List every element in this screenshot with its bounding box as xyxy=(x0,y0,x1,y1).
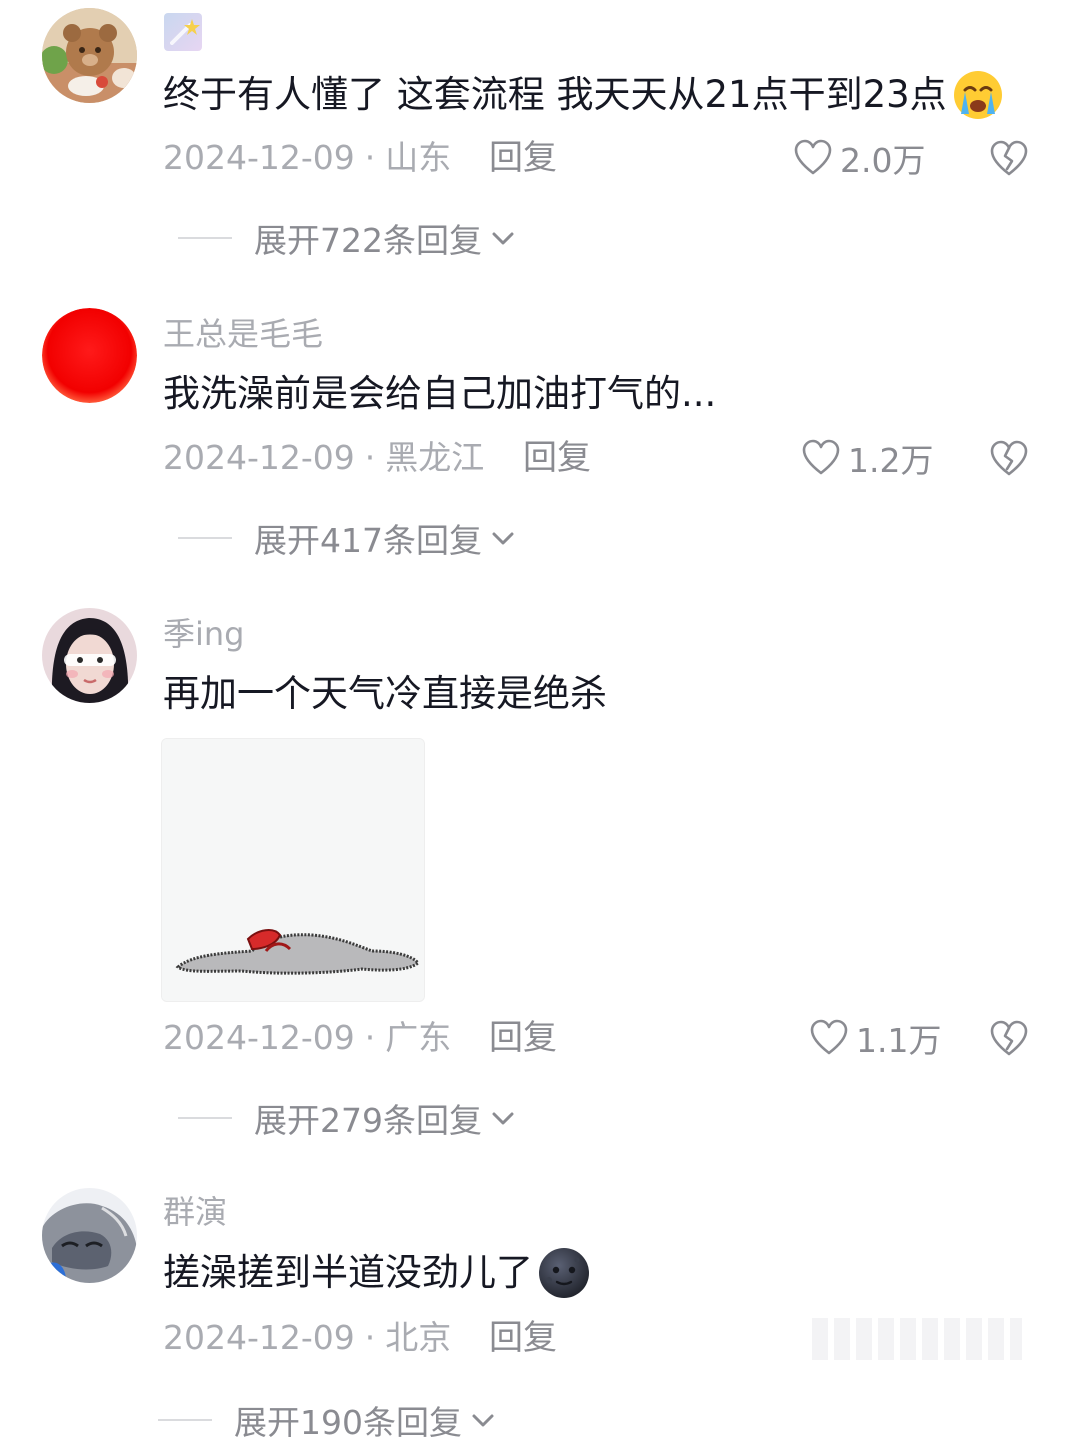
divider-dash xyxy=(178,237,232,239)
expand-replies-label: 展开190条回复 xyxy=(234,1403,462,1442)
comment-meta: 2024-12-09 · 山东 xyxy=(163,136,451,180)
comment-meta: 2024-12-09 · 北京 xyxy=(163,1316,451,1360)
comment-text: 终于有人懂了 这套流程 我天天从21点干到23点 xyxy=(163,73,947,116)
comment-location: 黑龙江 xyxy=(385,438,485,477)
expand-replies-button[interactable]: 展开417条回复 xyxy=(178,514,518,562)
user-avatar[interactable] xyxy=(42,608,137,703)
like-button[interactable]: 1.2万 xyxy=(800,434,933,482)
comment-username[interactable]: 群演 xyxy=(163,1192,227,1232)
expand-replies-button[interactable]: 展开722条回复 xyxy=(178,214,518,262)
comment-username[interactable]: 季ing xyxy=(163,614,245,654)
comment-text: 搓澡搓到半道没劲儿了 xyxy=(163,1251,533,1294)
comment-date: 2024-12-09 xyxy=(163,1018,355,1057)
expand-replies-label: 展开279条回复 xyxy=(254,1101,482,1140)
user-avatar[interactable] xyxy=(42,8,137,103)
like-button[interactable]: 2.0万 xyxy=(792,134,925,182)
chevron-down-icon xyxy=(492,232,514,245)
comment-location: 北京 xyxy=(385,1318,452,1357)
chevron-down-icon xyxy=(492,1112,514,1125)
comment-text-row: 我洗澡前是会给自己加油打气的... xyxy=(163,370,716,418)
reply-button[interactable]: 回复 xyxy=(489,136,557,180)
meta-separator: · xyxy=(364,438,376,477)
meta-separator: · xyxy=(364,1318,376,1357)
reply-button[interactable]: 回复 xyxy=(489,1016,557,1060)
expand-replies-button[interactable]: 展开279条回复 xyxy=(178,1094,518,1142)
comment-date: 2024-12-09 xyxy=(163,138,355,177)
comment-text: 我洗澡前是会给自己加油打气的... xyxy=(163,372,717,415)
comment-location: 广东 xyxy=(385,1018,452,1057)
expand-replies-button[interactable]: 展开190条回复 xyxy=(158,1396,498,1444)
comment-text-row: 搓澡搓到半道没劲儿了 xyxy=(163,1246,591,1300)
broken-heart-icon[interactable] xyxy=(988,138,1030,180)
user-badge-icon xyxy=(164,13,202,51)
comment-meta: 2024-12-09 · 黑龙江 xyxy=(163,436,484,480)
broken-heart-icon[interactable] xyxy=(988,438,1030,480)
comment-item: 王总是毛毛 我洗澡前是会给自己加油打气的... 2024-12-09 · 黑龙江 回… xyxy=(0,300,1080,590)
heart-icon xyxy=(794,139,832,175)
expand-replies-label: 展开722条回复 xyxy=(254,221,482,260)
user-avatar[interactable] xyxy=(42,308,137,403)
comment-username[interactable]: 王总是毛毛 xyxy=(163,314,323,354)
broken-heart-icon[interactable] xyxy=(988,1018,1030,1060)
comment-date: 2024-12-09 xyxy=(163,438,355,477)
blurred-like-area xyxy=(812,1318,1022,1360)
comment-item: 群演 搓澡搓到半道没劲儿了 2024-12-09 · 北京 回复 展开190条回复 xyxy=(0,1180,1080,1442)
like-count: 1.2万 xyxy=(848,441,934,480)
comment-text-row: 终于有人懂了 这套流程 我天天从21点干到23点 xyxy=(163,68,1005,122)
red-circle-avatar-icon xyxy=(42,308,137,403)
meta-separator: · xyxy=(364,1018,376,1057)
heart-icon xyxy=(802,439,840,475)
divider-dash xyxy=(178,537,232,539)
crying-face-emoji-icon xyxy=(953,71,1002,119)
comment-item: 季ing 再加一个天气冷直接是绝杀 2024-12-09 · 广东 回复 1.1万 … xyxy=(0,600,1080,1160)
like-count: 2.0万 xyxy=(840,141,926,180)
comment-location: 山东 xyxy=(385,138,452,177)
comment-text: 再加一个天气冷直接是绝杀 xyxy=(163,672,607,715)
comment-meta: 2024-12-09 · 广东 xyxy=(163,1016,451,1060)
teddy-bear-avatar-icon xyxy=(42,8,137,103)
comment-text-row: 再加一个天气冷直接是绝杀 xyxy=(163,670,607,718)
reply-button[interactable]: 回复 xyxy=(523,436,591,480)
meta-separator: · xyxy=(364,138,376,177)
comment-item: 终于有人懂了 这套流程 我天天从21点干到23点 2024-12-09 · 山东 回… xyxy=(0,0,1080,290)
chevron-down-icon xyxy=(472,1414,494,1427)
sticker-image[interactable] xyxy=(161,738,425,1002)
heart-icon xyxy=(810,1019,848,1055)
expand-replies-label: 展开417条回复 xyxy=(254,521,482,560)
comment-date: 2024-12-09 xyxy=(163,1318,355,1357)
dark-moon-face-emoji-icon xyxy=(539,1248,589,1298)
cartoon-character-avatar-icon xyxy=(42,1188,137,1283)
divider-dash xyxy=(178,1117,232,1119)
reply-button[interactable]: 回复 xyxy=(489,1316,557,1360)
like-button[interactable]: 1.1万 xyxy=(808,1014,941,1062)
divider-dash xyxy=(158,1419,212,1421)
user-avatar[interactable] xyxy=(42,1188,137,1283)
chevron-down-icon xyxy=(492,532,514,545)
lying-flat-creature-sticker-icon xyxy=(162,739,424,1001)
girl-photo-avatar-icon xyxy=(42,608,137,703)
like-count: 1.1万 xyxy=(856,1021,942,1060)
